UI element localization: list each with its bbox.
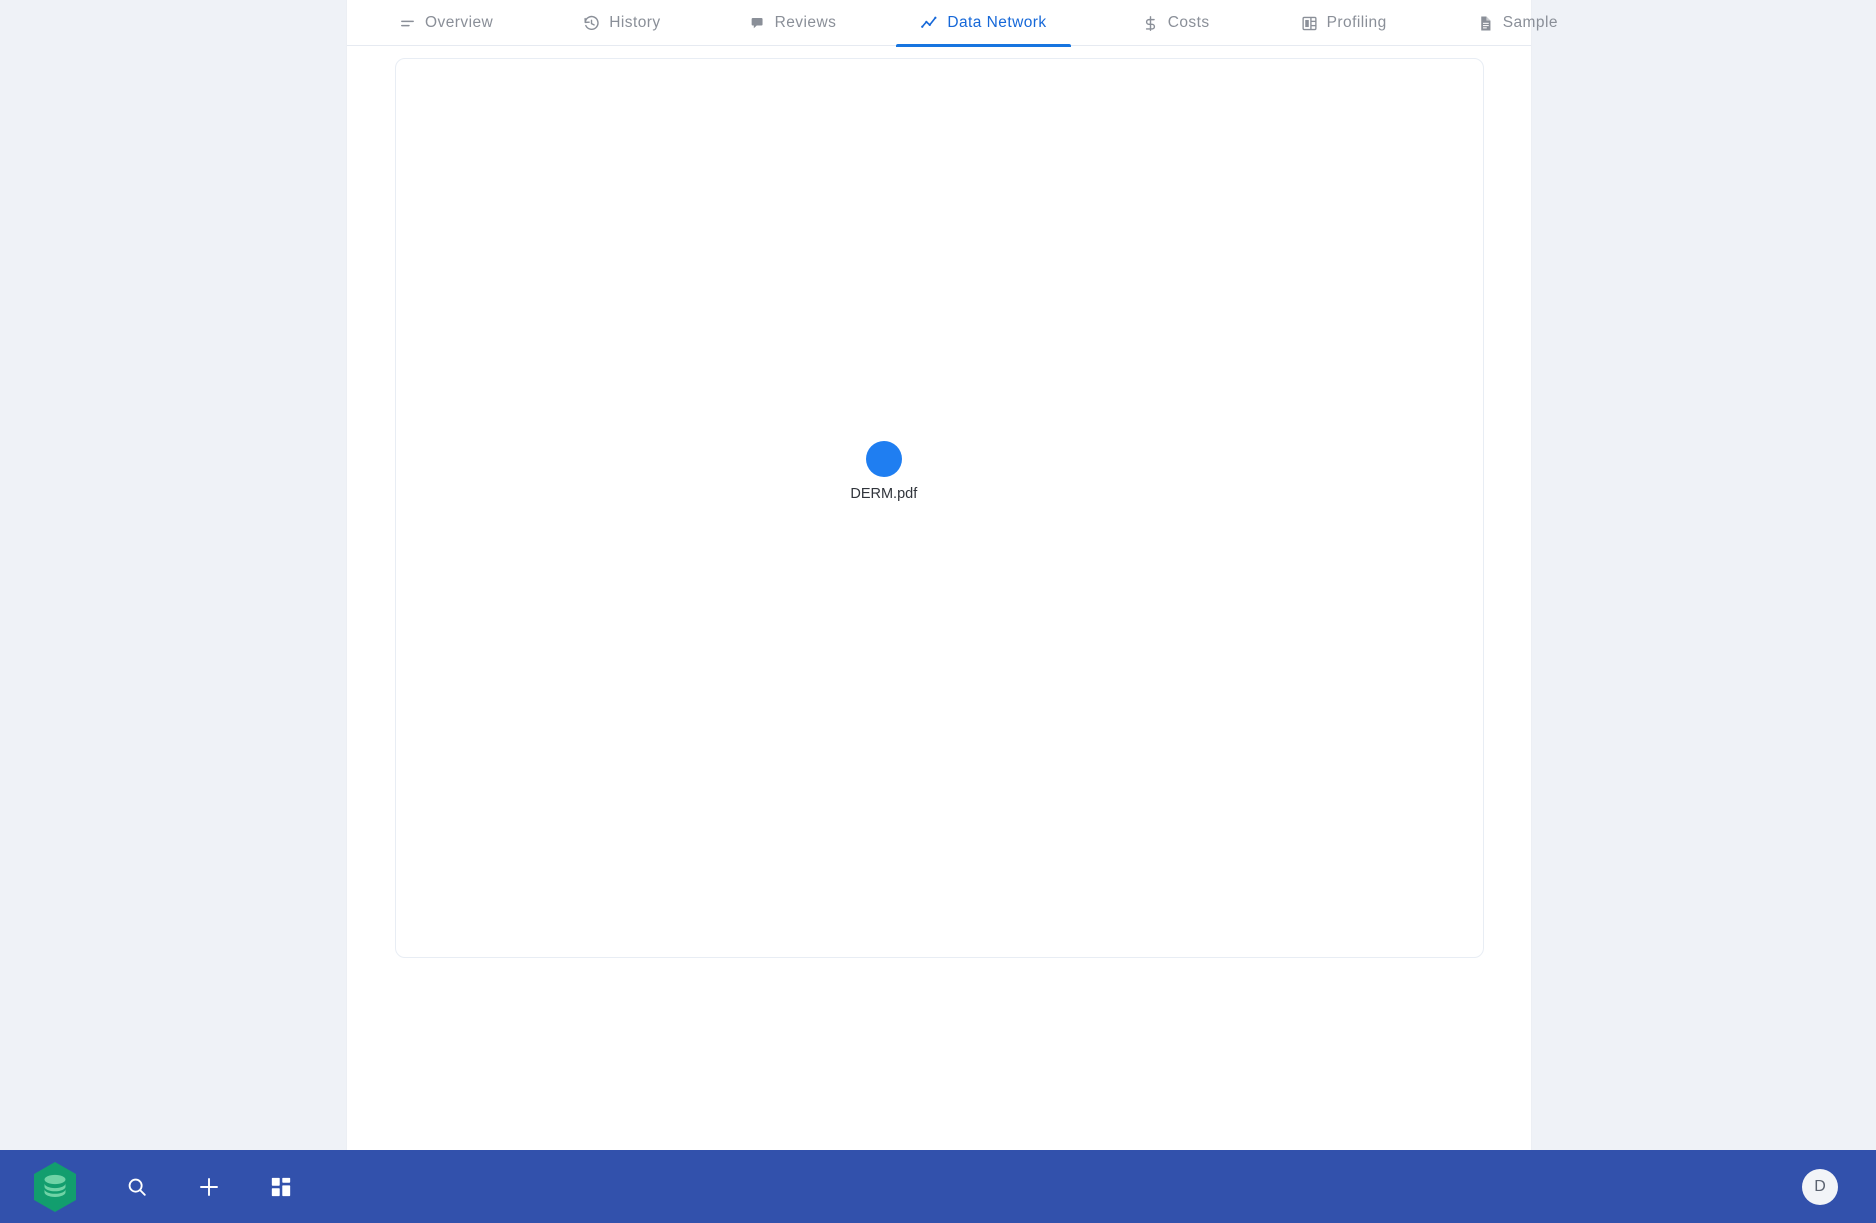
tab-sample-label: Sample xyxy=(1502,14,1558,31)
data-network-graph-card: DERM.pdf xyxy=(395,58,1484,958)
tab-profiling-label: Profiling xyxy=(1326,14,1387,31)
graph-node-circle[interactable] xyxy=(865,440,902,477)
tab-overview[interactable]: Overview xyxy=(375,0,517,46)
user-avatar[interactable]: D xyxy=(1802,1168,1838,1205)
tab-profiling[interactable]: Profiling xyxy=(1277,0,1411,46)
graph-canvas[interactable]: DERM.pdf xyxy=(396,59,1483,957)
table-chart-icon xyxy=(1301,15,1318,32)
document-icon xyxy=(1477,15,1494,32)
data-stack-hexagon-logo[interactable] xyxy=(32,1161,78,1213)
grid-icon[interactable] xyxy=(258,1164,304,1210)
tab-data-network-label: Data Network xyxy=(947,14,1047,31)
tab-costs[interactable]: Costs xyxy=(1117,0,1235,46)
tab-bar: Overview History Reviews Data Network Co… xyxy=(347,0,1558,47)
graph-node-label: DERM.pdf xyxy=(850,485,918,502)
comment-icon xyxy=(749,15,766,32)
tab-data-network[interactable]: Data Network xyxy=(896,0,1071,47)
bottom-app-bar: D xyxy=(0,1150,1876,1223)
tab-sample[interactable]: Sample xyxy=(1453,0,1582,46)
list-icon xyxy=(399,15,416,32)
tab-reviews-label: Reviews xyxy=(774,14,837,31)
trending-up-icon xyxy=(920,14,938,32)
main-content-column: Overview History Reviews Data Network Co… xyxy=(346,0,1558,1150)
search-icon[interactable] xyxy=(114,1164,160,1210)
tab-reviews[interactable]: Reviews xyxy=(725,0,861,46)
tab-overview-label: Overview xyxy=(425,14,494,31)
tab-history-label: History xyxy=(609,14,661,31)
clock-history-icon xyxy=(583,15,600,32)
tab-costs-label: Costs xyxy=(1167,14,1210,31)
graph-node[interactable]: DERM.pdf xyxy=(850,440,918,502)
dollar-icon xyxy=(1142,15,1159,32)
tab-history[interactable]: History xyxy=(559,0,684,46)
plus-icon[interactable] xyxy=(186,1164,232,1210)
